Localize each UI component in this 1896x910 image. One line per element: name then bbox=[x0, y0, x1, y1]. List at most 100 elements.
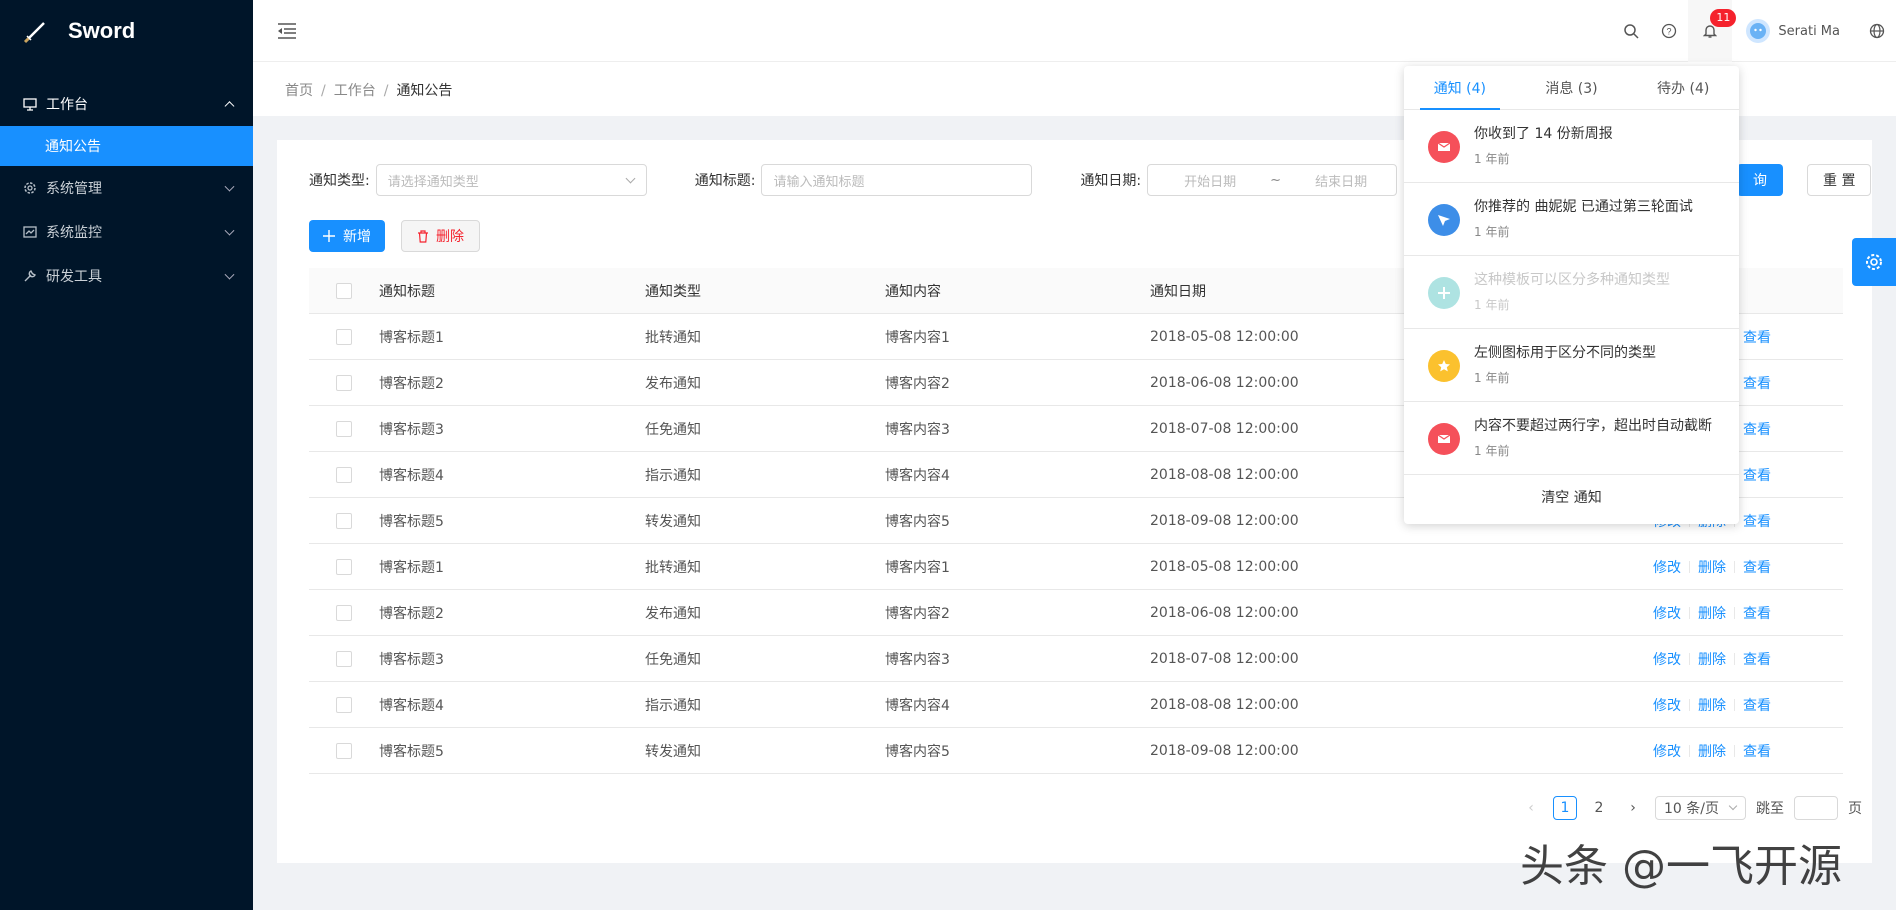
page-2[interactable]: 2 bbox=[1587, 796, 1611, 820]
app-logo[interactable]: Sword bbox=[0, 0, 253, 62]
edit-link[interactable]: 修改 bbox=[1653, 557, 1681, 577]
type-filter-label: 通知类型: bbox=[309, 173, 370, 189]
add-button[interactable]: 新增 bbox=[309, 220, 385, 252]
delete-link[interactable]: 删除 bbox=[1698, 695, 1726, 715]
type-select[interactable]: 请选择通知类型 bbox=[375, 164, 647, 196]
sidebar-item-monitor[interactable]: 系统监控 bbox=[0, 210, 253, 254]
row-checkbox[interactable] bbox=[309, 512, 379, 529]
date-filter-label: 通知日期: bbox=[1080, 173, 1142, 189]
tab-todos[interactable]: 待办 (4) bbox=[1627, 66, 1739, 109]
globe-icon[interactable] bbox=[1858, 0, 1896, 62]
help-icon[interactable]: ? bbox=[1650, 0, 1688, 62]
notice-title: 这种模板可以区分多种通知类型 bbox=[1474, 272, 1670, 288]
sidebar-item-system[interactable]: 系统管理 bbox=[0, 166, 253, 210]
delete-link[interactable]: 删除 bbox=[1698, 649, 1726, 669]
notice-time: 1 年前 bbox=[1474, 371, 1510, 385]
edit-link[interactable]: 修改 bbox=[1653, 603, 1681, 623]
title-input-placeholder: 请输入通知标题 bbox=[773, 174, 865, 190]
title-input[interactable]: 请输入通知标题 bbox=[761, 164, 1033, 196]
gear-icon bbox=[1866, 254, 1882, 270]
next-page-icon[interactable]: › bbox=[1621, 796, 1645, 820]
view-link[interactable]: 查看 bbox=[1743, 373, 1771, 393]
breadcrumb-home[interactable]: 首页 bbox=[285, 83, 313, 99]
view-link[interactable]: 查看 bbox=[1743, 511, 1771, 531]
star-icon bbox=[1428, 350, 1460, 382]
sword-icon bbox=[23, 22, 45, 44]
view-link[interactable]: 查看 bbox=[1743, 557, 1771, 577]
cell-date: 2018-09-08 12:00:00 bbox=[1150, 742, 1299, 759]
notice-tabs: 通知 (4) 消息 (3) 待办 (4) bbox=[1404, 66, 1739, 110]
notification-bell[interactable]: 11 bbox=[1688, 0, 1737, 62]
breadcrumb-current: 通知公告 bbox=[396, 83, 453, 99]
edit-link[interactable]: 修改 bbox=[1653, 695, 1681, 715]
user-menu[interactable]: Serati Ma bbox=[1732, 19, 1858, 43]
search-button[interactable]: 询 bbox=[1737, 164, 1783, 196]
row-checkbox[interactable] bbox=[309, 558, 379, 575]
delete-button[interactable]: 删除 bbox=[401, 220, 480, 252]
delete-link[interactable]: 删除 bbox=[1698, 603, 1726, 623]
view-link[interactable]: 查看 bbox=[1743, 465, 1771, 485]
view-link[interactable]: 查看 bbox=[1743, 419, 1771, 439]
cell-title: 博客标题5 bbox=[379, 513, 444, 530]
view-link[interactable]: 查看 bbox=[1743, 741, 1771, 761]
notice-item[interactable]: 内容不要超过两行字，超出时自动截断 1 年前 bbox=[1404, 402, 1739, 475]
mail-icon bbox=[1428, 131, 1460, 163]
sidebar-item-workbench[interactable]: 工作台 bbox=[0, 82, 253, 126]
page-1[interactable]: 1 bbox=[1553, 796, 1578, 820]
select-all-checkbox[interactable] bbox=[309, 282, 379, 299]
settings-drawer-button[interactable] bbox=[1852, 238, 1896, 286]
cell-type: 指示通知 bbox=[645, 697, 701, 714]
date-end[interactable]: 结束日期 bbox=[1315, 171, 1367, 190]
sidebar-subitem-notice[interactable]: 通知公告 bbox=[0, 126, 253, 166]
row-checkbox[interactable] bbox=[309, 604, 379, 621]
tab-notifications[interactable]: 通知 (4) bbox=[1404, 66, 1516, 110]
delete-link[interactable]: 删除 bbox=[1698, 741, 1726, 761]
notice-popover: 通知 (4) 消息 (3) 待办 (4) 你收到了 14 份新周报 1 年前 你推荐… bbox=[1404, 66, 1739, 524]
edit-link[interactable]: 修改 bbox=[1653, 741, 1681, 761]
row-checkbox[interactable] bbox=[309, 696, 379, 713]
date-range-picker[interactable]: 开始日期 ~ 结束日期 bbox=[1147, 164, 1398, 196]
notice-item[interactable]: 左侧图标用于区分不同的类型 1 年前 bbox=[1404, 329, 1739, 402]
page-size-value: 10 条/页 bbox=[1664, 801, 1719, 817]
page-size-select[interactable]: 10 条/页 bbox=[1655, 796, 1746, 820]
table-row: 博客标题4 指示通知 博客内容4 2018-08-08 12:00:00 修改删除查看 bbox=[309, 682, 1843, 728]
edit-link[interactable]: 修改 bbox=[1653, 649, 1681, 669]
notice-item[interactable]: 这种模板可以区分多种通知类型 1 年前 bbox=[1404, 256, 1739, 329]
sidebar-item-devtools[interactable]: 研发工具 bbox=[0, 254, 253, 298]
delete-link[interactable]: 删除 bbox=[1698, 557, 1726, 577]
wrench-icon bbox=[22, 268, 38, 284]
row-actions: 修改删除查看 bbox=[1653, 649, 1843, 669]
prev-page-icon[interactable]: ‹ bbox=[1519, 796, 1543, 820]
tab-messages[interactable]: 消息 (3) bbox=[1516, 66, 1628, 109]
view-link[interactable]: 查看 bbox=[1743, 649, 1771, 669]
type-select-placeholder: 请选择通知类型 bbox=[387, 174, 479, 190]
date-separator: ~ bbox=[1270, 172, 1282, 188]
breadcrumb-workbench[interactable]: 工作台 bbox=[334, 83, 376, 99]
date-start[interactable]: 开始日期 bbox=[1184, 171, 1236, 190]
row-checkbox[interactable] bbox=[309, 420, 379, 437]
monitor-icon bbox=[22, 96, 38, 112]
search-icon[interactable] bbox=[1612, 0, 1650, 62]
avatar bbox=[1746, 19, 1771, 43]
cell-content: 博客内容3 bbox=[885, 421, 950, 438]
jump-input[interactable] bbox=[1794, 796, 1838, 820]
row-checkbox[interactable] bbox=[309, 466, 379, 483]
row-checkbox[interactable] bbox=[309, 742, 379, 759]
menu-fold-icon[interactable] bbox=[277, 22, 297, 44]
view-link[interactable]: 查看 bbox=[1743, 695, 1771, 715]
search-button-label: 询 bbox=[1753, 173, 1767, 189]
row-checkbox[interactable] bbox=[309, 328, 379, 345]
reset-button[interactable]: 重 置 bbox=[1807, 164, 1872, 196]
clear-notifications-button[interactable]: 清空 通知 bbox=[1404, 475, 1739, 519]
view-link[interactable]: 查看 bbox=[1743, 603, 1771, 623]
row-checkbox[interactable] bbox=[309, 650, 379, 667]
cell-content: 博客内容3 bbox=[885, 651, 950, 668]
cell-title: 博客标题5 bbox=[379, 743, 444, 760]
table-row: 博客标题1 批转通知 博客内容1 2018-05-08 12:00:00 修改删除查看 bbox=[309, 544, 1843, 590]
notice-item[interactable]: 你推荐的 曲妮妮 已通过第三轮面试 1 年前 bbox=[1404, 183, 1739, 256]
view-link[interactable]: 查看 bbox=[1743, 327, 1771, 347]
title-filter-label: 通知标题: bbox=[694, 173, 756, 189]
notice-item[interactable]: 你收到了 14 份新周报 1 年前 bbox=[1404, 110, 1739, 183]
row-checkbox[interactable] bbox=[309, 374, 379, 391]
table-toolbar: 新增 删除 bbox=[309, 220, 480, 252]
